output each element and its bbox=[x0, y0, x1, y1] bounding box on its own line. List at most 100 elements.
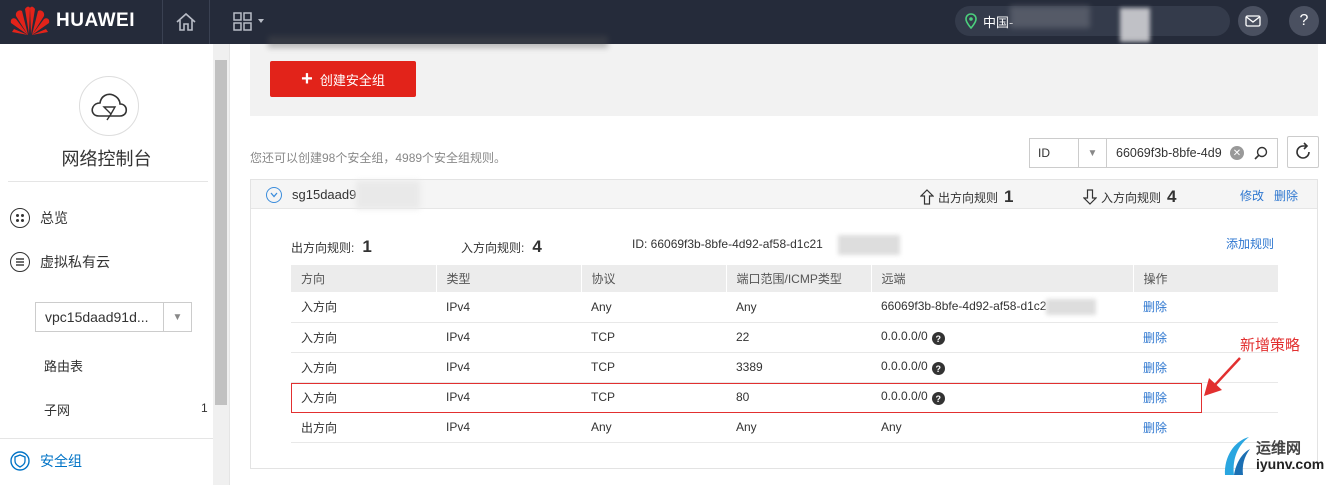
create-button-label: 创建安全组 bbox=[319, 72, 385, 88]
port-cell: 3389 bbox=[726, 352, 871, 383]
direction-cell: 入方向 bbox=[291, 352, 436, 383]
sidebar-scroll-thumb[interactable] bbox=[215, 60, 227, 405]
question-icon: ? bbox=[1299, 12, 1309, 29]
region-selector[interactable]: 中国- bbox=[955, 6, 1230, 36]
location-pin-icon bbox=[965, 13, 977, 29]
type-cell: IPv4 bbox=[436, 352, 581, 383]
inbound-rules-summary: 入方向规则 4 bbox=[1083, 187, 1176, 207]
protocol-cell: Any bbox=[581, 292, 726, 323]
table-row: 入方向 IPv4 TCP 3389 0.0.0.0/0? 删除 bbox=[291, 352, 1278, 383]
apps-grid-icon bbox=[233, 12, 264, 31]
sidebar-divider bbox=[8, 181, 208, 182]
summary-group-id: ID: 66069f3b-8bfe-4d92-af58-d1c21 bbox=[632, 237, 823, 251]
remote-cell: 0.0.0.0/0? bbox=[871, 352, 1133, 383]
search-box: ✕ bbox=[1106, 138, 1278, 168]
action-cell-text[interactable]: 删除 bbox=[1143, 331, 1167, 345]
action-cell-text[interactable]: 删除 bbox=[1143, 421, 1167, 435]
plus-icon: + bbox=[301, 68, 313, 90]
port-cell-text: Any bbox=[736, 420, 757, 434]
remote-cell-text: Any bbox=[881, 420, 902, 434]
action-cell[interactable]: 删除 bbox=[1133, 292, 1278, 323]
list-icon bbox=[10, 252, 30, 272]
caret-down-icon: ▼ bbox=[163, 303, 191, 331]
edit-group-link[interactable]: 修改 bbox=[1240, 187, 1264, 204]
watermark-en: iyunv.com bbox=[1256, 455, 1325, 472]
protocol-cell: TCP bbox=[581, 322, 726, 353]
outbound-rules-summary: 出方向规则 1 bbox=[920, 187, 1013, 207]
help-circle-icon[interactable]: ? bbox=[931, 362, 945, 376]
huawei-flower-icon bbox=[10, 6, 50, 35]
column-header: 协议 bbox=[580, 265, 726, 292]
nav-vpc-label: 虚拟私有云 bbox=[40, 254, 110, 270]
column-header: 类型 bbox=[435, 265, 581, 292]
action-cell-text[interactable]: 删除 bbox=[1143, 361, 1167, 375]
huawei-logo[interactable]: HUAWEI bbox=[10, 6, 135, 36]
messages-button[interactable] bbox=[1238, 6, 1268, 36]
help-button[interactable]: ? bbox=[1289, 6, 1319, 36]
direction-cell-text: 出方向 bbox=[301, 420, 338, 435]
protocol-cell-text: Any bbox=[591, 299, 612, 314]
direction-cell-text: 入方向 bbox=[301, 330, 338, 345]
refresh-button[interactable] bbox=[1287, 136, 1319, 168]
nav-subnet[interactable]: 子网 bbox=[44, 400, 70, 419]
port-cell: 22 bbox=[726, 322, 871, 353]
search-field-value: ID bbox=[1038, 146, 1050, 160]
service-list-button[interactable] bbox=[226, 0, 272, 44]
watermark: 运维网 iyunv.com bbox=[1222, 435, 1324, 477]
caret-down-icon: ▼ bbox=[1078, 139, 1106, 167]
type-cell-text: IPv4 bbox=[446, 330, 471, 344]
grid-icon bbox=[10, 208, 30, 228]
summary-outbound-label: 出方向规则: bbox=[291, 241, 355, 255]
help-circle-icon[interactable]: ? bbox=[931, 332, 945, 346]
redacted-id bbox=[838, 235, 900, 255]
network-console-icon bbox=[79, 76, 139, 136]
nav-vpc[interactable]: 虚拟私有云 bbox=[10, 252, 110, 272]
home-button[interactable] bbox=[162, 0, 210, 44]
arrow-up-icon bbox=[920, 189, 934, 205]
nav-overview-label: 总览 bbox=[40, 210, 68, 226]
protocol-cell: Any bbox=[581, 412, 726, 443]
remote-cell-text: 0.0.0.0/0 bbox=[881, 358, 928, 373]
rules-table: 方向 类型 协议 端口范围/ICMP类型 远端 操作 入方向 IPv4 Any Any… bbox=[291, 265, 1278, 443]
vpc-select[interactable]: vpc15daad91d... ▼ bbox=[35, 302, 192, 332]
table-row: 出方向 IPv4 Any Any Any 删除 bbox=[291, 412, 1278, 443]
shield-icon bbox=[10, 451, 30, 471]
nav-security-group[interactable]: 安全组 bbox=[10, 451, 82, 471]
action-cell-text[interactable]: 删除 bbox=[1143, 300, 1167, 314]
brand-name: HUAWEI bbox=[56, 10, 135, 31]
search-input[interactable] bbox=[1106, 146, 1226, 160]
nav-route-table[interactable]: 路由表 bbox=[44, 356, 83, 375]
summary-outbound: 出方向规则: 1 bbox=[291, 237, 372, 257]
summary-outbound-count: 1 bbox=[362, 237, 372, 256]
nav-overview[interactable]: 总览 bbox=[10, 208, 68, 228]
sidebar-divider bbox=[0, 438, 213, 439]
refresh-icon bbox=[1296, 142, 1310, 159]
search-field-select[interactable]: ID ▼ bbox=[1029, 138, 1107, 168]
port-cell-text: 22 bbox=[736, 330, 750, 344]
table-row: 入方向 IPv4 TCP 22 0.0.0.0/0? 删除 bbox=[291, 322, 1278, 353]
port-cell-text: Any bbox=[736, 299, 757, 314]
direction-cell-text: 入方向 bbox=[301, 300, 338, 315]
summary-inbound-label: 入方向规则: bbox=[461, 241, 525, 255]
new-rule-highlight-box bbox=[291, 383, 1202, 413]
table-header-row: 方向 类型 协议 端口范围/ICMP类型 远端 操作 bbox=[291, 265, 1278, 292]
summary-inbound-count: 4 bbox=[532, 237, 542, 256]
delete-group-link[interactable]: 删除 bbox=[1274, 187, 1298, 204]
add-rule-link[interactable]: 添加规则 bbox=[1226, 235, 1274, 252]
watermark-cn: 运维网 bbox=[1256, 439, 1302, 457]
clear-icon[interactable]: ✕ bbox=[1230, 146, 1244, 160]
protocol-cell: TCP bbox=[581, 352, 726, 383]
redacted-region bbox=[1010, 6, 1090, 28]
cloud-icon bbox=[91, 93, 128, 121]
security-group-name: sg15daad9 bbox=[292, 187, 357, 202]
direction-cell-text: 入方向 bbox=[301, 360, 338, 375]
create-security-group-button[interactable]: + 创建安全组 bbox=[270, 61, 416, 97]
port-cell-text: 3389 bbox=[736, 360, 763, 374]
redacted-remote bbox=[1046, 298, 1097, 315]
collapse-icon[interactable] bbox=[266, 187, 282, 203]
search-icon[interactable] bbox=[1254, 146, 1268, 160]
type-cell-text: IPv4 bbox=[446, 420, 471, 434]
remote-cell: 0.0.0.0/0? bbox=[871, 322, 1133, 353]
remote-cell: 66069f3b-8bfe-4d92-af58-d1c2 bbox=[871, 292, 1133, 323]
watermark-logo-icon bbox=[1224, 437, 1250, 475]
